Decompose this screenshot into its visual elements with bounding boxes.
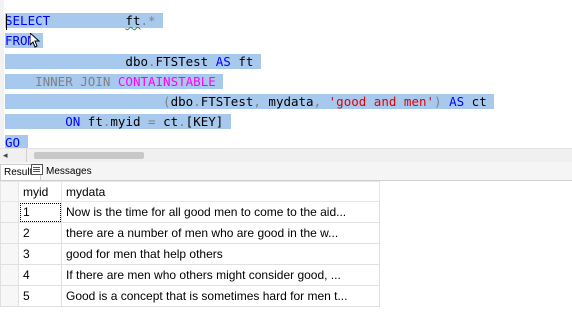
code-token: [KEY] [185, 114, 224, 130]
code-token: * [148, 13, 156, 28]
column-header-mydata[interactable]: mydata [61, 181, 380, 202]
selected-text: dbo.FTSTest AS ft [5, 53, 261, 69]
row-header[interactable] [0, 285, 19, 307]
code-token: CONTAINSTABLE [117, 73, 216, 89]
code-token: ) [434, 94, 442, 110]
code-token: ON [65, 114, 81, 130]
table-row[interactable]: 5 Good is a concept that is sometimes ha… [0, 285, 380, 307]
cell-mydata[interactable]: there are a number of men who are good i… [61, 222, 380, 244]
code-line[interactable]: INNER JOIN CONTAINSTABLE [5, 72, 494, 92]
cell-myid[interactable]: 1 [18, 201, 62, 223]
code-token: ft [125, 13, 141, 28]
code-line[interactable]: SELECT ft.* [5, 11, 494, 31]
code-token: INNER JOIN [35, 73, 111, 89]
editor-gutter [0, 0, 4, 148]
selection-padding [223, 114, 231, 129]
horizontal-scrollbar[interactable]: ◂ [0, 148, 572, 163]
header-row: myid mydata [0, 181, 380, 202]
code-token: ft [80, 114, 103, 130]
code-line[interactable]: (dbo.FTSTest, mydata, 'good and men') AS… [5, 92, 495, 112]
code-token: dbo [125, 53, 148, 69]
row-header[interactable] [0, 201, 19, 223]
code-token: ft [230, 53, 254, 69]
code-line[interactable]: dbo.FTSTest AS ft [5, 52, 494, 72]
query-editor[interactable]: SELECT ft.* FROM dbo.FTSTest AS ft INNER… [0, 0, 572, 150]
text-cursor [6, 14, 7, 30]
cell-mydata[interactable]: Now is the time for all good men to come… [61, 201, 380, 223]
cell-mydata[interactable]: Good is a concept that is sometimes hard… [61, 285, 380, 307]
selected-text: (dbo.FTSTest, mydata, 'good and men') AS… [5, 94, 495, 110]
results-table: myid mydata 1 Now is the time for all go… [0, 181, 380, 307]
code-token: ct [155, 114, 179, 130]
selected-text: ON ft.myid = ct.[KEY] [5, 114, 231, 130]
code-token: . [193, 94, 201, 110]
sql-code[interactable]: SELECT ft.* FROM dbo.FTSTest AS ft INNER… [5, 11, 495, 153]
scroll-left-arrow-icon[interactable]: ◂ [3, 151, 13, 161]
selection-padding [156, 13, 164, 28]
code-token: AS [215, 53, 231, 69]
code-token: , [313, 94, 322, 110]
code-token: ( [163, 94, 171, 110]
code-token: myid [110, 114, 149, 130]
results-grid[interactable]: myid mydata 1 Now is the time for all go… [0, 181, 572, 333]
cell-mydata[interactable]: If there are men who others might consid… [61, 264, 380, 286]
grid-corner[interactable] [0, 181, 19, 202]
results-tabbar: Results Messages [0, 162, 572, 181]
scroll-splitter[interactable] [26, 149, 27, 163]
code-token: SELECT [5, 13, 51, 28]
code-token: mydata [260, 94, 314, 110]
code-token: ct [464, 94, 487, 110]
code-token: , [253, 94, 261, 110]
table-row[interactable]: 2 there are a number of men who are good… [0, 222, 380, 244]
cell-myid[interactable]: 5 [18, 285, 62, 307]
cell-myid[interactable]: 4 [18, 264, 62, 286]
code-token: . [140, 13, 149, 28]
mouse-pointer-icon [30, 33, 40, 48]
code-token: dbo [170, 94, 194, 110]
code-token: = [148, 114, 156, 130]
code-token: FTSTest [200, 94, 254, 110]
table-row[interactable]: 1 Now is the time for all good men to co… [0, 201, 380, 223]
tab-messages[interactable]: Messages [28, 164, 95, 179]
code-token: FTSTest [155, 53, 209, 69]
column-header-myid[interactable]: myid [18, 181, 62, 202]
tab-messages-label: Messages [46, 166, 92, 177]
cell-myid[interactable]: 2 [18, 222, 62, 244]
selected-text: SELECT ft.* [5, 13, 164, 28]
code-line[interactable]: FROM [5, 31, 494, 51]
messages-icon [31, 164, 43, 175]
selection-padding [487, 94, 495, 109]
row-header[interactable] [0, 243, 19, 265]
selection-padding [216, 74, 224, 89]
table-row[interactable]: 4 If there are men who others might cons… [0, 264, 380, 286]
selection-padding [253, 54, 261, 69]
row-header[interactable] [0, 264, 19, 286]
code-token: . [148, 53, 156, 69]
selected-text: INNER JOIN CONTAINSTABLE [5, 73, 224, 89]
code-token: . [178, 114, 186, 130]
code-token: AS [449, 94, 465, 110]
row-header[interactable] [0, 222, 19, 244]
cell-myid[interactable]: 3 [18, 243, 62, 265]
code-token: 'good and men' [328, 94, 435, 110]
code-line[interactable]: ON ft.myid = ct.[KEY] [5, 112, 494, 132]
scroll-thumb[interactable] [34, 152, 144, 159]
cell-mydata[interactable]: good for men that help others [61, 243, 380, 265]
table-row[interactable]: 3 good for men that help others [0, 243, 380, 265]
